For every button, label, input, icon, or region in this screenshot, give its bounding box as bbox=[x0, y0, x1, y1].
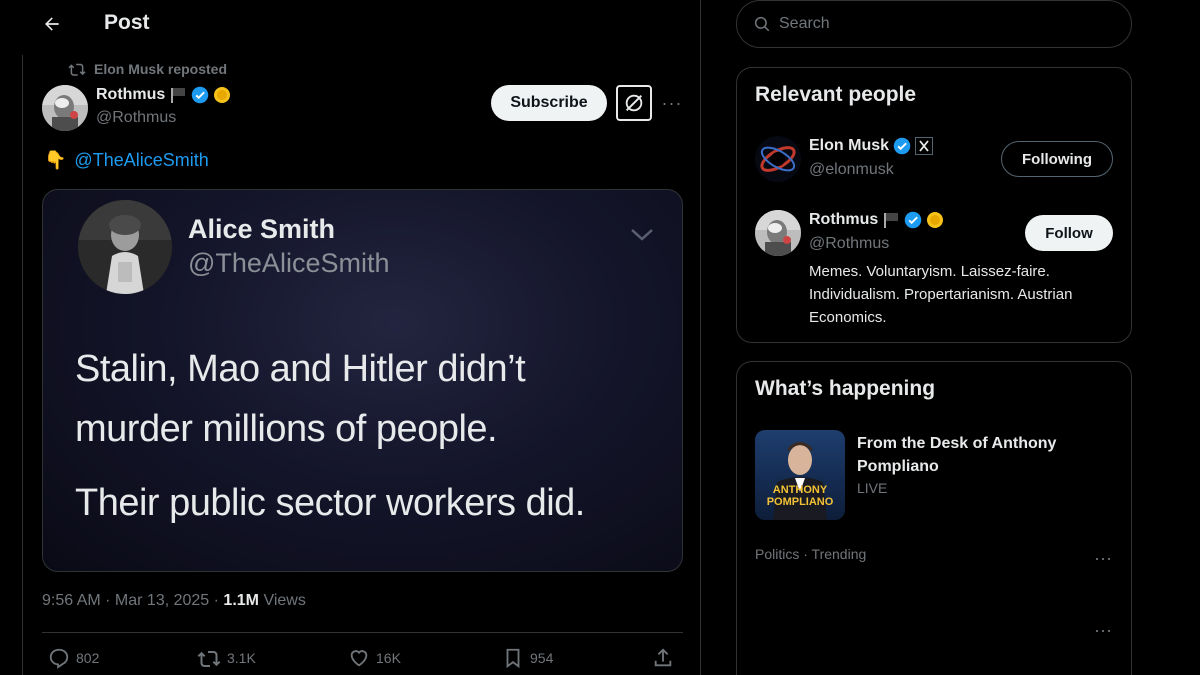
rothmus-avatar[interactable] bbox=[755, 210, 801, 256]
media-text-line-1: Stalin, Mao and Hitler didn’t bbox=[75, 348, 526, 390]
post-text: 👇 @TheAliceSmith bbox=[44, 150, 209, 171]
flag-icon bbox=[884, 213, 899, 228]
trend-thumbnail[interactable]: ANTHONY POMPLIANO bbox=[755, 430, 845, 520]
gold-badge-icon bbox=[927, 212, 944, 228]
repost-context[interactable]: Elon Musk reposted bbox=[68, 61, 227, 77]
left-column-border bbox=[22, 55, 23, 675]
elon-musk-name[interactable]: Elon Musk bbox=[809, 137, 934, 155]
post-header: Post bbox=[0, 0, 700, 48]
search-box[interactable] bbox=[736, 0, 1132, 48]
trend-live-status: LIVE bbox=[857, 480, 888, 496]
back-button[interactable] bbox=[36, 8, 68, 40]
pointing-down-emoji: 👇 bbox=[44, 150, 67, 170]
trend-thumb-text: ANTHONY POMPLIANO bbox=[766, 484, 834, 508]
post-media-image[interactable]: Alice Smith @TheAliceSmith Stalin, Mao a… bbox=[42, 189, 683, 572]
bookmark-count: 954 bbox=[530, 650, 554, 666]
flag-icon bbox=[171, 88, 186, 103]
views-count: 1.1M bbox=[223, 592, 259, 609]
search-icon bbox=[754, 16, 770, 32]
author-avatar[interactable] bbox=[42, 85, 88, 131]
follow-button[interactable]: Follow bbox=[1025, 215, 1113, 251]
repost-label: Elon Musk reposted bbox=[94, 61, 228, 77]
following-button[interactable]: Following bbox=[1001, 141, 1113, 177]
rothmus-name[interactable]: Rothmus bbox=[809, 211, 944, 229]
author-handle[interactable]: @Rothmus bbox=[96, 109, 176, 127]
repost-icon bbox=[68, 63, 86, 76]
grok-button[interactable] bbox=[616, 85, 652, 121]
like-icon bbox=[350, 650, 368, 667]
share-icon bbox=[654, 648, 672, 667]
media-author-handle: @TheAliceSmith bbox=[188, 248, 390, 278]
elon-musk-name-text: Elon Musk bbox=[809, 137, 890, 154]
bookmark-button[interactable]: 954 bbox=[502, 647, 553, 669]
author-avatar-image bbox=[42, 85, 88, 131]
media-author-name: Alice Smith bbox=[188, 214, 336, 244]
media-author-avatar bbox=[78, 200, 172, 294]
elon-musk-handle: @elonmusk bbox=[809, 161, 894, 178]
whats-happening-title: What’s happening bbox=[755, 377, 936, 400]
grok-icon bbox=[625, 94, 643, 112]
back-arrow-icon bbox=[45, 17, 59, 31]
verified-icon bbox=[192, 86, 209, 104]
relevant-people-title: Relevant people bbox=[755, 83, 917, 106]
verified-icon bbox=[905, 211, 922, 229]
author-name[interactable]: Rothmus bbox=[96, 86, 231, 104]
post-timestamp[interactable]: 9:56 AM · Mar 13, 2025 · 1.1M Views bbox=[42, 592, 306, 610]
rothmus-name-text: Rothmus bbox=[809, 211, 879, 228]
author-name-text: Rothmus bbox=[96, 86, 166, 103]
media-text-line-2: murder millions of people. bbox=[75, 408, 498, 450]
more-icon[interactable]: ··· bbox=[660, 93, 684, 113]
bookmark-icon bbox=[506, 648, 520, 669]
repost-count: 3.1K bbox=[227, 650, 256, 666]
share-button[interactable] bbox=[652, 647, 674, 669]
more-icon[interactable]: ··· bbox=[1091, 548, 1115, 569]
center-column-border bbox=[700, 0, 701, 675]
whats-happening-panel: What’s happening ANTHONY POMPLIANO From … bbox=[736, 361, 1132, 675]
relevant-people-panel: Relevant people Elon Musk @elonmusk Foll… bbox=[736, 67, 1132, 343]
page-title: Post bbox=[104, 11, 150, 34]
x-affiliate-icon bbox=[915, 137, 934, 155]
rothmus-handle: @Rothmus bbox=[809, 235, 890, 252]
elon-musk-avatar[interactable] bbox=[755, 136, 801, 182]
media-text-line-3: Their public sector workers did. bbox=[75, 482, 585, 524]
trend-title[interactable]: From the Desk of Anthony Pompliano bbox=[857, 432, 1097, 478]
repost-icon bbox=[197, 651, 221, 667]
more-icon[interactable]: ··· bbox=[1091, 620, 1115, 641]
post-actions: 802 3.1K 16K 954 bbox=[42, 645, 683, 675]
verified-icon bbox=[893, 137, 911, 155]
subscribe-button[interactable]: Subscribe bbox=[491, 85, 607, 121]
reply-count: 802 bbox=[76, 650, 100, 666]
trend-category: Politics · Trending bbox=[755, 546, 867, 562]
reply-icon bbox=[49, 648, 69, 669]
like-button[interactable]: 16K bbox=[348, 647, 401, 669]
like-count: 16K bbox=[376, 650, 401, 666]
reply-button[interactable]: 802 bbox=[48, 647, 99, 669]
gold-badge-icon bbox=[214, 87, 231, 103]
divider bbox=[42, 632, 683, 633]
mention-link[interactable]: @TheAliceSmith bbox=[74, 150, 208, 171]
repost-button[interactable]: 3.1K bbox=[197, 647, 256, 669]
rothmus-bio: Memes. Voluntaryism. Laissez-faire. Indi… bbox=[809, 263, 1073, 326]
post-time: 9:56 AM · Mar 13, 2025 · bbox=[42, 592, 224, 609]
chevron-down-icon bbox=[631, 229, 653, 241]
search-input[interactable] bbox=[779, 15, 1099, 33]
views-label: Views bbox=[259, 592, 306, 609]
